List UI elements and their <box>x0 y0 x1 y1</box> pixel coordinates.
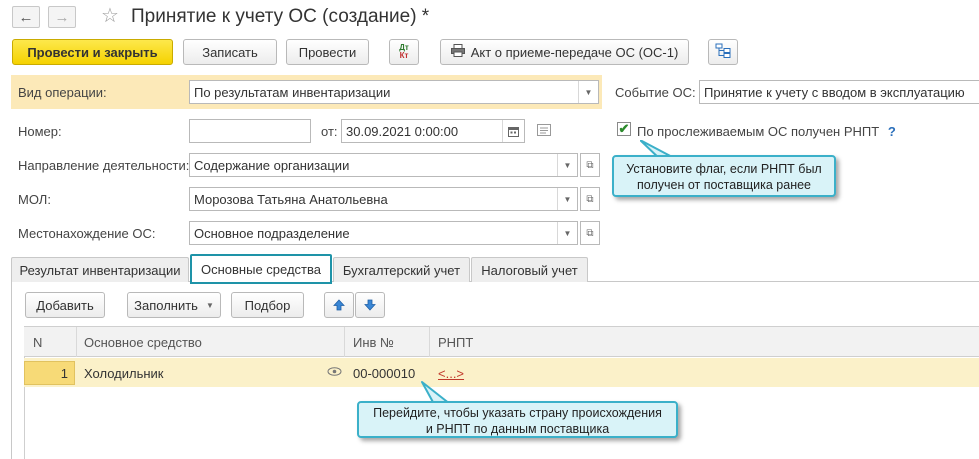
act-os1-button[interactable]: Акт о приеме-передаче ОС (ОС-1) <box>440 39 689 65</box>
checkmark-icon: ✔ <box>618 121 630 136</box>
rnpt-received-checkbox[interactable]: ✔ <box>617 122 631 136</box>
event-select[interactable]: Принятие к учету с вводом в эксплуатацию <box>699 80 979 104</box>
dt-kt-button[interactable]: Дт Кт <box>389 39 419 65</box>
rnpt-link-tooltip: Перейдите, чтобы указать страну происхож… <box>357 401 678 438</box>
arrow-left-icon: ← <box>18 8 34 26</box>
location-select[interactable]: Основное подразделение ▼ <box>189 221 578 245</box>
forward-button[interactable]: → <box>48 6 76 28</box>
row-number-cell[interactable]: 1 <box>24 361 75 385</box>
rnpt-link[interactable]: <...> <box>438 366 464 381</box>
tab-tax[interactable]: Налоговый учет <box>471 257 588 282</box>
tab-accounting[interactable]: Бухгалтерский учет <box>333 257 470 282</box>
event-label: Событие ОС: <box>615 85 696 100</box>
select-button[interactable]: Подбор <box>231 292 304 318</box>
tab-inventory-result[interactable]: Результат инвентаризации <box>11 257 189 282</box>
open-location-button[interactable]: ⧉ <box>580 221 600 245</box>
favorite-star-icon[interactable]: ☆ <box>101 3 119 28</box>
asset-cell[interactable]: Холодильник <box>84 366 163 381</box>
calendar-icon[interactable] <box>502 120 524 142</box>
comment-icon[interactable] <box>537 124 551 139</box>
col-header-n[interactable]: N <box>33 335 42 350</box>
table-row[interactable]: 1 Холодильник 00-000010 <...> <box>24 358 979 387</box>
post-button[interactable]: Провести <box>286 39 369 65</box>
col-header-inv[interactable]: Инв № <box>353 335 394 350</box>
direction-label: Направление деятельности: <box>18 158 190 173</box>
number-input[interactable] <box>189 119 311 143</box>
col-divider <box>429 327 430 357</box>
rnpt-received-label: По прослеживаемым ОС получен РНПТ ? <box>637 124 896 139</box>
open-link-icon: ⧉ <box>586 193 594 205</box>
dropdown-arrow-icon[interactable]: ▼ <box>557 222 577 244</box>
open-link-icon: ⧉ <box>586 227 594 239</box>
dropdown-arrow-icon[interactable]: ▼ <box>557 188 577 210</box>
back-button[interactable]: ← <box>12 6 40 28</box>
mol-label: МОЛ: <box>18 192 51 207</box>
open-mol-button[interactable]: ⧉ <box>580 187 600 211</box>
move-up-button[interactable] <box>324 292 354 318</box>
date-input[interactable]: 30.09.2021 0:00:00 <box>341 119 525 143</box>
inv-number-cell[interactable]: 00-000010 <box>353 366 415 381</box>
structure-button[interactable] <box>708 39 738 65</box>
open-link-icon: ⧉ <box>586 159 594 171</box>
rnpt-flag-tooltip: Установите флаг, если РНПТ был получен о… <box>612 155 836 197</box>
table-header: N Основное средство Инв № РНПТ <box>24 326 979 357</box>
fill-button[interactable]: Заполнить ▼ <box>127 292 221 318</box>
hierarchy-icon <box>715 43 731 61</box>
tab-fixed-assets[interactable]: Основные средства <box>190 254 332 284</box>
dropdown-arrow-icon[interactable]: ▼ <box>578 81 598 103</box>
mol-select[interactable]: Морозова Татьяна Анатольевна ▼ <box>189 187 578 211</box>
post-and-close-button[interactable]: Провести и закрыть <box>12 39 173 65</box>
operation-type-label: Вид операции: <box>18 85 107 100</box>
arrow-down-icon <box>364 299 376 311</box>
date-label: от: <box>321 124 338 139</box>
location-label: Местонахождение ОС: <box>18 226 156 241</box>
page-title: Принятие к учету ОС (создание) * <box>131 6 430 27</box>
col-header-asset[interactable]: Основное средство <box>84 335 202 350</box>
dropdown-arrow-icon: ▼ <box>205 300 214 310</box>
dt-kt-icon: Дт Кт <box>399 43 409 60</box>
col-divider <box>344 327 345 357</box>
move-down-button[interactable] <box>355 292 385 318</box>
open-form-icon[interactable] <box>327 365 342 381</box>
col-header-rnpt[interactable]: РНПТ <box>438 335 473 350</box>
arrow-up-icon <box>333 299 345 311</box>
dropdown-arrow-icon[interactable]: ▼ <box>557 154 577 176</box>
number-label: Номер: <box>18 124 62 139</box>
add-button[interactable]: Добавить <box>25 292 105 318</box>
direction-select[interactable]: Содержание организации ▼ <box>189 153 578 177</box>
arrow-right-icon: → <box>54 8 70 26</box>
printer-icon <box>450 44 465 60</box>
help-icon[interactable]: ? <box>888 124 896 139</box>
col-divider <box>76 327 77 357</box>
open-direction-button[interactable]: ⧉ <box>580 153 600 177</box>
save-button[interactable]: Записать <box>183 39 277 65</box>
operation-type-select[interactable]: По результатам инвентаризации ▼ <box>189 80 599 104</box>
